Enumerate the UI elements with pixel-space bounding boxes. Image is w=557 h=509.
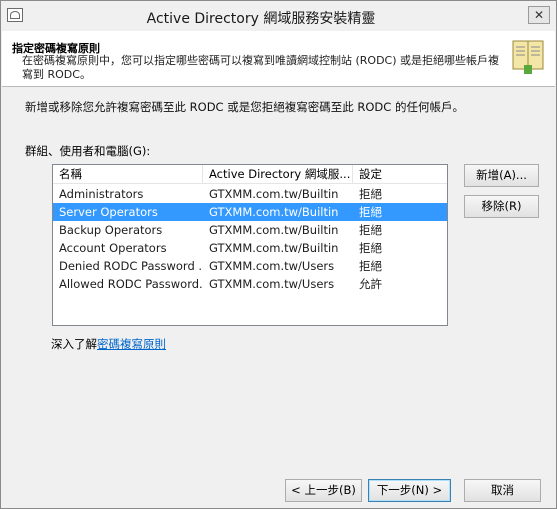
page-description: 在密碼複寫原則中，您可以指定哪些密碼可以複寫到唯讀網域控制站 (RODC) 或是…	[22, 54, 500, 81]
column-header-domain[interactable]: Active Directory 網域服...	[203, 165, 353, 184]
wizard-window: Active Directory 網域服務安裝精靈 ✕ 指定密碼複寫原則 在密碼…	[0, 0, 557, 509]
row-setting: 拒絕	[359, 187, 382, 201]
wizard-content: 新增或移除您允許複寫密碼至此 RODC 或是您拒絕複寫密碼至此 RODC 的任何…	[2, 88, 555, 460]
learn-more: 深入了解密碼複寫原則	[51, 336, 166, 352]
row-domain: GTXMM.com.tw/Builtin	[209, 205, 339, 219]
cancel-button[interactable]: 取消	[464, 479, 541, 502]
row-setting: 拒絕	[359, 259, 382, 273]
learn-more-prefix: 深入了解	[51, 337, 97, 351]
wizard-footer: < 上一步(B) 下一步(N) > 取消	[2, 460, 555, 508]
row-setting: 拒絕	[359, 241, 382, 255]
row-setting: 拒絕	[359, 205, 382, 219]
row-domain: GTXMM.com.tw/Builtin	[209, 241, 339, 255]
password-replication-policy-link[interactable]: 密碼複寫原則	[97, 337, 166, 351]
add-button[interactable]: 新增(A)...	[464, 164, 539, 187]
row-domain: GTXMM.com.tw/Users	[209, 259, 335, 273]
title-bar: Active Directory 網域服務安裝精靈 ✕	[1, 1, 556, 31]
list-row-selected[interactable]: Server Operators GTXMM.com.tw/Builtin 拒絕	[53, 203, 447, 221]
list-row[interactable]: Denied RODC Password ... GTXMM.com.tw/Us…	[53, 257, 447, 275]
remove-button[interactable]: 移除(R)	[464, 195, 539, 218]
accounts-list[interactable]: 名稱 Active Directory 網域服... 設定 Administra…	[52, 164, 448, 326]
list-header: 名稱 Active Directory 網域服... 設定	[53, 165, 447, 184]
book-icon	[512, 40, 544, 74]
column-header-name[interactable]: 名稱	[53, 165, 203, 184]
row-name: Server Operators	[59, 205, 158, 219]
back-button[interactable]: < 上一步(B)	[285, 479, 362, 502]
list-row[interactable]: Account Operators GTXMM.com.tw/Builtin 拒…	[53, 239, 447, 257]
row-name: Backup Operators	[59, 223, 163, 237]
next-button[interactable]: 下一步(N) >	[368, 479, 451, 502]
list-row[interactable]: Administrators GTXMM.com.tw/Builtin 拒絕	[53, 185, 447, 203]
row-setting: 拒絕	[359, 223, 382, 237]
column-header-setting[interactable]: 設定	[353, 165, 447, 184]
window-title: Active Directory 網域服務安裝精靈	[146, 11, 376, 27]
row-name: Account Operators	[59, 241, 167, 255]
row-name: Denied RODC Password ...	[59, 259, 203, 273]
row-name: Allowed RODC Password...	[59, 277, 203, 291]
close-button[interactable]: ✕	[528, 6, 550, 24]
wizard-header: 指定密碼複寫原則 在密碼複寫原則中，您可以指定哪些密碼可以複寫到唯讀網域控制站 …	[2, 31, 555, 87]
row-name: Administrators	[59, 187, 144, 201]
list-label: 群組、使用者和電腦(G):	[25, 144, 151, 158]
list-row[interactable]: Backup Operators GTXMM.com.tw/Builtin 拒絕	[53, 221, 447, 239]
row-setting: 允許	[359, 277, 382, 291]
list-row[interactable]: Allowed RODC Password... GTXMM.com.tw/Us…	[53, 275, 447, 293]
row-domain: GTXMM.com.tw/Users	[209, 277, 335, 291]
intro-text: 新增或移除您允許複寫密碼至此 RODC 或是您拒絕複寫密碼至此 RODC 的任何…	[25, 100, 464, 114]
row-domain: GTXMM.com.tw/Builtin	[209, 223, 339, 237]
row-domain: GTXMM.com.tw/Builtin	[209, 187, 339, 201]
